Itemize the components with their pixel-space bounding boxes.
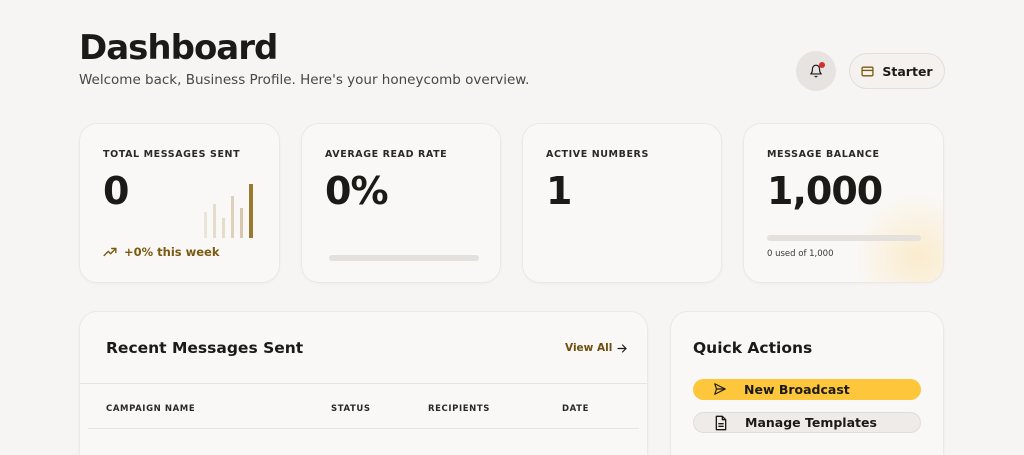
- quick-actions-panel: Quick Actions New Broadcast Manage Templ…: [670, 311, 944, 455]
- column-header-recipients[interactable]: RECIPIENTS: [428, 404, 490, 414]
- stat-label: MESSAGE BALANCE: [767, 149, 880, 160]
- column-header-campaign[interactable]: CAMPAIGN NAME: [106, 404, 195, 414]
- section-title: Quick Actions: [693, 339, 813, 357]
- stat-value: 0: [103, 169, 129, 213]
- new-broadcast-label: New Broadcast: [744, 382, 850, 397]
- notification-dot: [819, 62, 825, 68]
- page-subtitle: Welcome back, Business Profile. Here's y…: [79, 72, 530, 88]
- read-rate-progress-bar: [329, 255, 479, 261]
- manage-templates-label: Manage Templates: [745, 415, 877, 430]
- mini-bar-chart-icon: [204, 184, 253, 238]
- send-icon: [713, 382, 727, 399]
- document-icon: [714, 415, 728, 434]
- header-divider: [80, 383, 647, 384]
- arrow-right-icon: [617, 343, 627, 353]
- plan-label: Starter: [882, 63, 933, 79]
- column-header-status[interactable]: STATUS: [331, 404, 371, 414]
- trending-up-icon: [103, 247, 117, 257]
- balance-progress-bar: [767, 235, 921, 241]
- view-all-label: View All: [565, 342, 613, 354]
- stat-value: 0%: [325, 169, 389, 213]
- section-title: Recent Messages Sent: [106, 339, 304, 357]
- credit-card-icon: [861, 66, 874, 77]
- stat-card-active-numbers: ACTIVE NUMBERS 1: [522, 123, 722, 283]
- stat-label: AVERAGE READ RATE: [325, 149, 448, 160]
- stat-card-read-rate: AVERAGE READ RATE 0%: [301, 123, 501, 283]
- trend-text: +0% this week: [124, 245, 220, 259]
- page-title: Dashboard: [79, 28, 278, 68]
- stat-value: 1,000: [767, 169, 883, 213]
- column-header-date[interactable]: DATE: [562, 404, 589, 414]
- stat-label: ACTIVE NUMBERS: [546, 149, 649, 160]
- manage-templates-button[interactable]: Manage Templates: [693, 412, 921, 433]
- recent-messages-panel: Recent Messages Sent View All CAMPAIGN N…: [79, 311, 648, 455]
- balance-note: 0 used of 1,000: [767, 249, 834, 259]
- view-all-link[interactable]: View All: [565, 342, 627, 354]
- stat-value: 1: [546, 169, 572, 213]
- new-broadcast-button[interactable]: New Broadcast: [693, 379, 921, 400]
- notifications-button[interactable]: [796, 51, 836, 91]
- plan-button[interactable]: Starter: [849, 53, 945, 89]
- stat-card-total-messages: TOTAL MESSAGES SENT 0 +0% this week: [79, 123, 280, 283]
- stat-label: TOTAL MESSAGES SENT: [103, 149, 241, 160]
- table-divider: [88, 428, 639, 429]
- trend-indicator: +0% this week: [103, 245, 220, 259]
- stat-card-message-balance: MESSAGE BALANCE 1,000 0 used of 1,000: [743, 123, 944, 283]
